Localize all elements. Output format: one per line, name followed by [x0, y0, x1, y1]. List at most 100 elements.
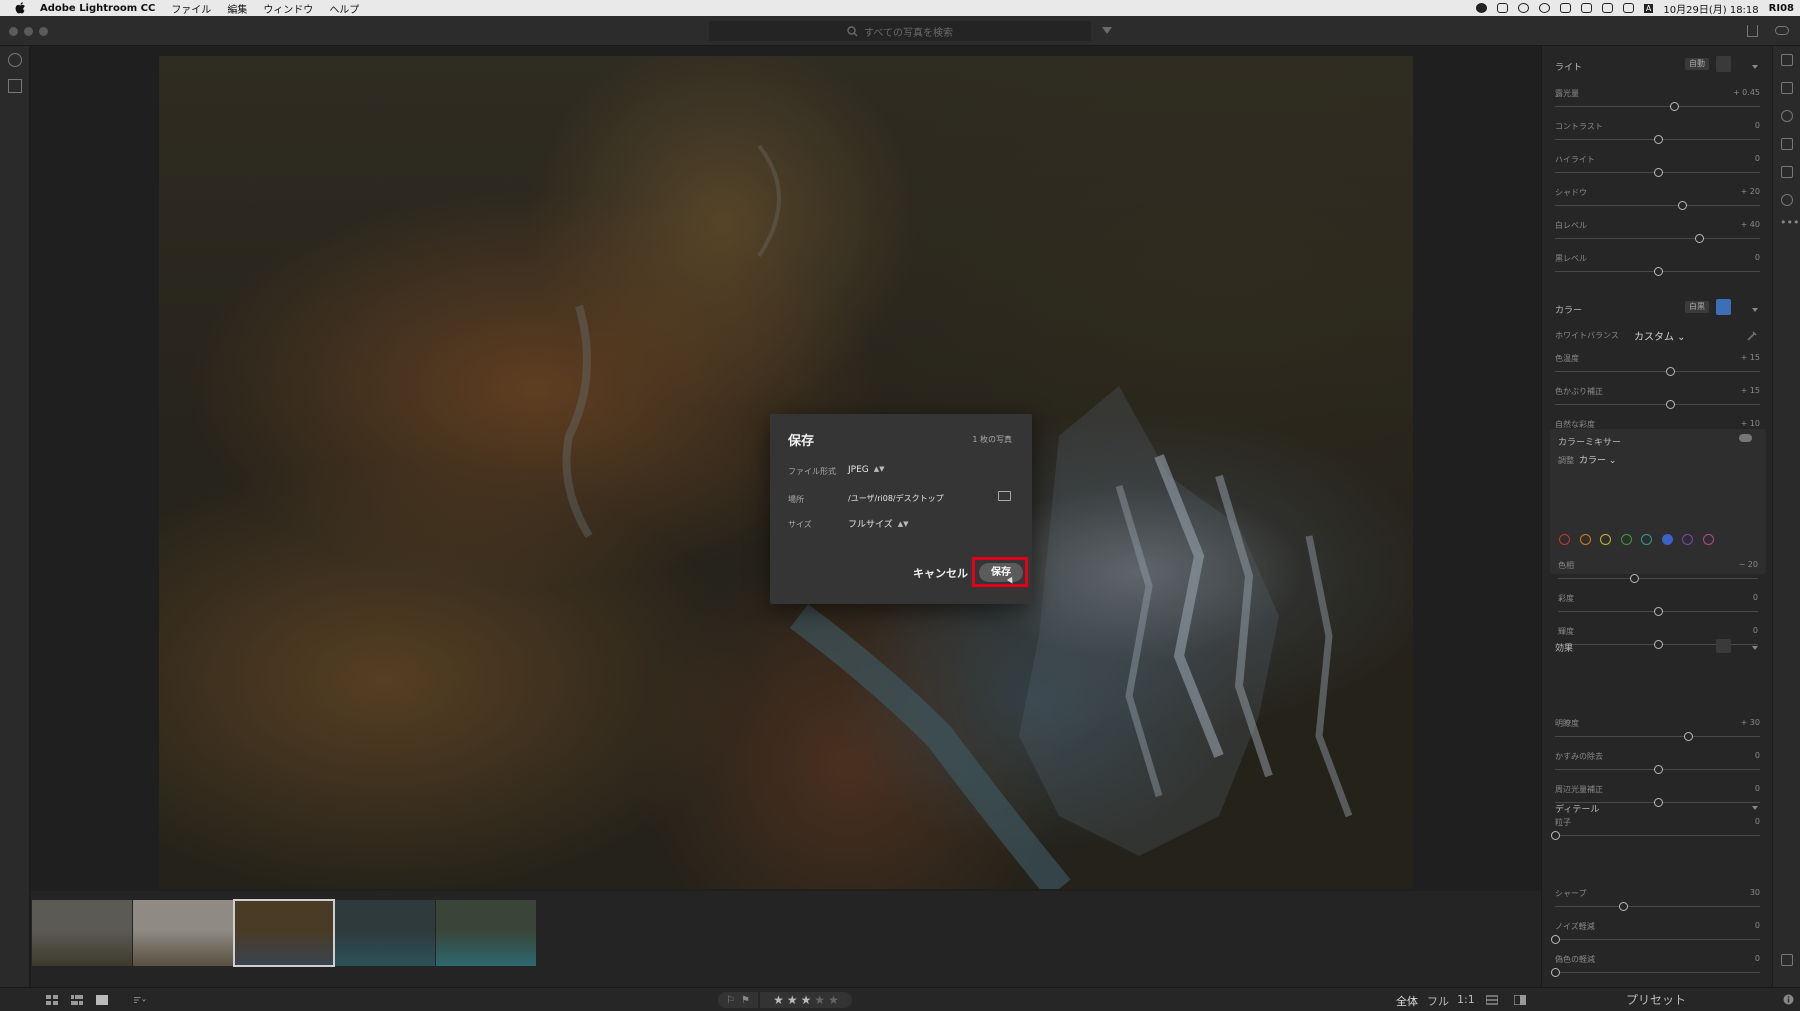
slider-knob[interactable] [1653, 168, 1663, 177]
filmstrip-thumb[interactable] [233, 899, 335, 967]
slider-track[interactable] [1555, 736, 1760, 737]
color-slider[interactable]: 色温度 + 15 [1555, 353, 1760, 383]
effects-slider[interactable]: かすみの除去 0 [1555, 751, 1760, 781]
my-photos-icon[interactable] [8, 79, 22, 93]
light-chevron-icon[interactable] [1752, 65, 1758, 69]
slider-value[interactable]: 0 [1755, 751, 1760, 760]
menu-edit[interactable]: 編集 [227, 1, 247, 16]
slider-track[interactable] [1555, 404, 1760, 405]
slider-value[interactable]: 0 [1755, 121, 1760, 130]
detail-view-icon[interactable] [96, 995, 108, 1005]
slider-track[interactable] [1555, 371, 1760, 372]
menu-file[interactable]: ファイル [171, 1, 211, 16]
format-dropdown[interactable]: JPEG ▲▼ [848, 465, 885, 475]
square-grid-icon[interactable] [46, 995, 58, 1005]
slider-value[interactable]: 0 [1755, 154, 1760, 163]
slider-track[interactable] [1558, 578, 1758, 579]
cloud-sync-icon[interactable] [1775, 26, 1789, 35]
black-white-button[interactable]: 白黒 [1685, 301, 1709, 313]
mixer-color-swatch[interactable] [1559, 534, 1570, 545]
volume-icon[interactable] [1622, 3, 1634, 13]
slider-knob[interactable] [1665, 367, 1675, 376]
share-icon[interactable] [1747, 25, 1758, 37]
mixer-slider[interactable]: 彩度 0 [1558, 593, 1758, 623]
zoom-fit-button[interactable]: 全体 [1396, 993, 1418, 1009]
mixer-color-swatch[interactable] [1702, 534, 1714, 545]
mixer-adjust-dropdown[interactable]: カラー ⌄ [1579, 453, 1616, 466]
star-icon[interactable]: ★ [801, 993, 812, 1007]
compare-view-icon[interactable] [1514, 995, 1526, 1005]
size-dropdown[interactable]: フルサイズ ▲▼ [848, 517, 909, 530]
radial-gradient-icon[interactable] [1781, 194, 1793, 206]
light-slider[interactable]: 白レベル + 40 [1555, 220, 1760, 250]
brush-icon[interactable] [1781, 138, 1793, 150]
mixer-color-swatch[interactable] [1682, 534, 1693, 545]
zoom-window-button[interactable] [39, 27, 48, 36]
color-slider[interactable]: 色かぶり補正 + 15 [1555, 386, 1760, 416]
photo-grid-icon[interactable] [71, 995, 83, 1005]
menu-help[interactable]: ヘルプ [329, 1, 359, 16]
slider-knob[interactable] [1551, 831, 1560, 840]
slider-track[interactable] [1555, 835, 1760, 836]
slider-value[interactable]: 0 [1753, 626, 1758, 635]
slider-knob[interactable] [1665, 400, 1675, 409]
light-section-title[interactable]: ライト [1555, 60, 1582, 73]
slider-knob[interactable] [1653, 267, 1663, 276]
slider-value[interactable]: 0 [1755, 954, 1760, 963]
slider-track[interactable] [1555, 106, 1760, 107]
slider-value[interactable]: + 10 [1741, 419, 1760, 428]
wifi-icon[interactable] [1580, 3, 1592, 13]
photo-search-field[interactable]: すべての写真を検索 [709, 21, 1091, 41]
menu-window[interactable]: ウィンドウ [263, 1, 313, 16]
slider-knob[interactable] [1551, 935, 1560, 944]
sort-icon[interactable] [134, 995, 146, 1005]
zoom-full-button[interactable]: フル [1427, 993, 1449, 1009]
bluetooth-icon[interactable] [1559, 3, 1571, 13]
before-after-icon[interactable] [1486, 995, 1498, 1005]
filmstrip-thumb[interactable] [133, 900, 233, 966]
light-slider[interactable]: シャドウ + 20 [1555, 187, 1760, 217]
star-icon[interactable]: ★ [787, 993, 798, 1007]
star-icon[interactable]: ★ [828, 993, 839, 1007]
slider-value[interactable]: + 40 [1741, 220, 1760, 229]
slider-knob[interactable] [1618, 902, 1628, 911]
slider-knob[interactable] [1654, 640, 1663, 649]
apple-icon[interactable] [14, 2, 28, 14]
slider-value[interactable]: + 20 [1741, 187, 1760, 196]
reject-flag-icon[interactable]: ⚑ [741, 995, 750, 1006]
mixer-color-swatch[interactable] [1641, 534, 1652, 545]
close-window-button[interactable] [9, 27, 18, 36]
menubar-user[interactable]: RI08 [1769, 3, 1794, 14]
info-icon[interactable] [1783, 994, 1794, 1005]
color-chevron-icon[interactable] [1752, 308, 1758, 312]
edit-sliders-icon[interactable] [1781, 54, 1793, 66]
creative-cloud-icon[interactable] [1517, 3, 1529, 13]
star-icon[interactable]: ★ [773, 993, 784, 1007]
slider-value[interactable]: 0 [1755, 921, 1760, 930]
slider-track[interactable] [1555, 939, 1760, 940]
detail-slider[interactable]: シャープ 30 [1555, 888, 1760, 918]
light-auto-button[interactable]: 自動 [1685, 58, 1709, 70]
color-mixer-toggle[interactable] [1739, 434, 1752, 442]
slider-value[interactable]: + 15 [1741, 353, 1760, 362]
effects-slider[interactable]: 明瞭度 + 30 [1555, 718, 1760, 748]
effects-chevron-icon[interactable] [1752, 646, 1758, 650]
mixer-color-swatch[interactable] [1579, 534, 1591, 545]
slider-track[interactable] [1555, 906, 1760, 907]
filter-icon[interactable] [1102, 27, 1112, 34]
slider-knob[interactable] [1654, 607, 1663, 616]
star-rating[interactable]: ★ ★ ★ ★ ★ [760, 992, 852, 1008]
star-icon[interactable]: ★ [814, 993, 825, 1007]
slider-value[interactable]: + 15 [1741, 386, 1760, 395]
tag-icon[interactable] [1781, 954, 1793, 966]
slider-knob[interactable] [1653, 765, 1663, 774]
slider-value[interactable]: 0 [1755, 817, 1760, 826]
light-slider[interactable]: 露光量 + 0.45 [1555, 88, 1760, 118]
menubar-clock[interactable]: 10月29日(月) 18:18 [1663, 1, 1758, 16]
healing-brush-icon[interactable] [1781, 110, 1793, 122]
slider-knob[interactable] [1653, 135, 1663, 144]
effects-section-title[interactable]: 効果 [1555, 641, 1573, 654]
slider-knob[interactable] [1694, 234, 1704, 243]
slider-knob[interactable] [1684, 732, 1694, 741]
cancel-button[interactable]: キャンセル [913, 565, 968, 581]
